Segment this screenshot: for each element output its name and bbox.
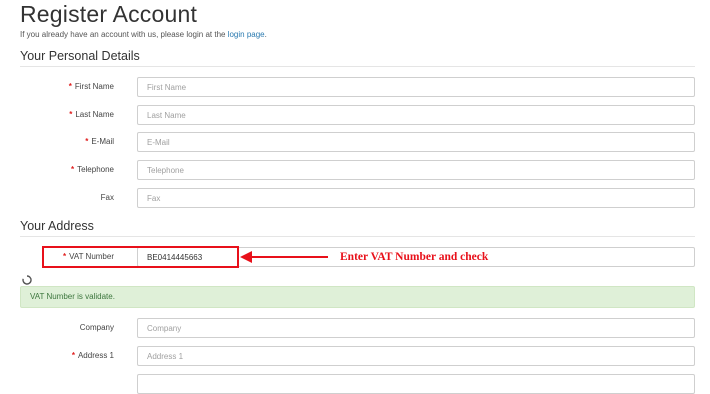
- vat-highlight-box: [42, 246, 239, 268]
- personal-details-heading: Your Personal Details: [20, 49, 140, 63]
- email-input[interactable]: [137, 132, 695, 152]
- required-star: *: [69, 110, 73, 119]
- vat-instruction-annotation: Enter VAT Number and check: [340, 251, 489, 263]
- company-row: Company: [20, 318, 695, 338]
- fax-row: Fax: [20, 188, 695, 208]
- login-page-link[interactable]: login page: [228, 30, 265, 39]
- email-label: * E-Mail: [85, 137, 114, 146]
- first-name-label: * First Name: [68, 82, 114, 91]
- address-1-row: * Address 1: [20, 346, 695, 366]
- vat-validation-alert: VAT Number is validate.: [20, 286, 695, 308]
- required-star: *: [85, 137, 89, 146]
- email-row: * E-Mail: [20, 132, 695, 152]
- last-name-label: * Last Name: [69, 110, 114, 119]
- fax-label: Fax: [100, 193, 114, 202]
- first-name-row: * First Name: [20, 77, 695, 97]
- required-star: *: [68, 82, 72, 91]
- loading-spinner-icon: [22, 275, 32, 285]
- first-name-input[interactable]: [137, 77, 695, 97]
- telephone-label: * Telephone: [70, 165, 114, 174]
- last-name-row: * Last Name: [20, 105, 695, 125]
- company-label: Company: [79, 323, 114, 332]
- required-star: *: [70, 165, 75, 174]
- address-heading: Your Address: [20, 219, 94, 233]
- login-prompt-suffix: .: [264, 30, 267, 39]
- login-prompt: If you already have an account with us, …: [20, 29, 267, 41]
- telephone-input[interactable]: [137, 160, 695, 180]
- address-1-label: * Address 1: [71, 351, 114, 360]
- next-field-input[interactable]: [137, 374, 695, 394]
- login-prompt-text: If you already have an account with us, …: [20, 30, 228, 39]
- next-field-row: [20, 374, 695, 394]
- company-input[interactable]: [137, 318, 695, 338]
- last-name-input[interactable]: [137, 105, 695, 125]
- red-arrow-left-icon: [240, 251, 328, 263]
- address-1-input[interactable]: [137, 346, 695, 366]
- telephone-row: * Telephone: [20, 160, 695, 180]
- section-divider: [20, 236, 695, 237]
- page-title: Register Account: [20, 1, 198, 27]
- required-star: *: [71, 351, 75, 360]
- section-divider: [20, 66, 695, 67]
- fax-input[interactable]: [137, 188, 695, 208]
